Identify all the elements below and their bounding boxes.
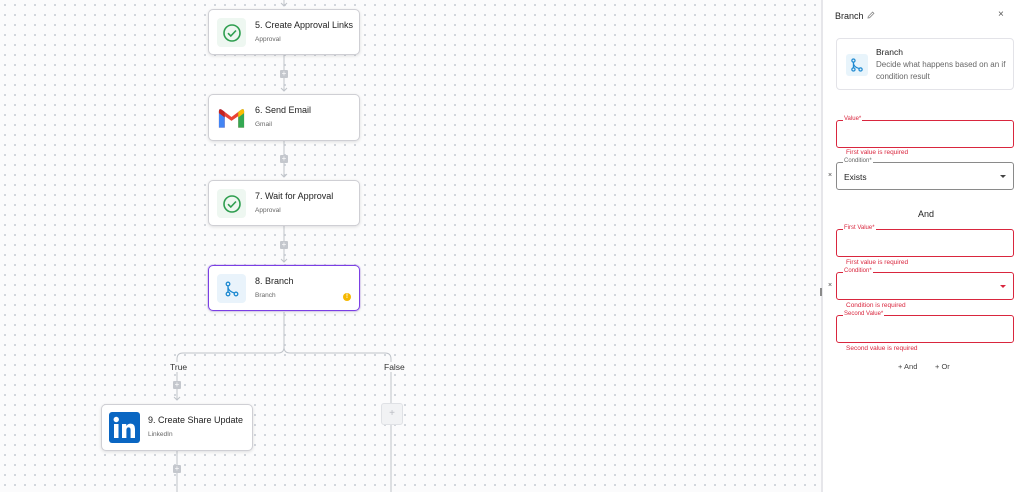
add-and-condition-button[interactable]: + And	[898, 362, 917, 371]
step-subtitle: Branch	[255, 292, 276, 299]
second-value-field-label: Second Value*	[843, 311, 885, 317]
branch-icon	[846, 54, 868, 76]
false-branch-add-button[interactable]: +	[381, 403, 403, 425]
step-title: 7. Wait for Approval	[255, 191, 334, 201]
info-description: Decide what happens based on an if condi…	[876, 60, 1006, 81]
condition-select[interactable]: Condition* Exists	[836, 158, 1014, 190]
step-subtitle: Approval	[255, 36, 281, 43]
panel-title: Branch	[835, 11, 864, 21]
info-title: Branch	[876, 47, 903, 57]
add-step-button[interactable]: +	[280, 241, 288, 249]
add-or-condition-button[interactable]: + Or	[935, 362, 950, 371]
step-title: 5. Create Approval Links	[255, 20, 354, 30]
condition-select-label: Condition*	[843, 158, 873, 164]
remove-condition-button[interactable]: ×	[828, 172, 832, 179]
approval-check-icon	[217, 189, 246, 218]
condition-select[interactable]: Condition*	[836, 268, 1014, 300]
step-title: 6. Send Email	[255, 105, 312, 115]
flow-step-send-email[interactable]: 6. Send Email Gmail	[208, 94, 360, 141]
add-step-button[interactable]: +	[173, 465, 181, 473]
flow-step-create-approval-links[interactable]: 5. Create Approval Links Approval	[208, 9, 360, 55]
close-icon[interactable]: ×	[998, 9, 1004, 20]
value-field-error: First value is required	[846, 149, 909, 156]
add-step-button[interactable]: +	[280, 155, 288, 163]
approval-check-icon	[217, 18, 246, 47]
branch-false-label: False	[382, 362, 407, 372]
second-value-field-error: Second value is required	[846, 345, 918, 352]
step-settings-panel: Branch × Branch Decide what happens base…	[823, 0, 1023, 492]
step-subtitle: LinkedIn	[148, 431, 173, 438]
flow-step-branch[interactable]: 8. Branch Branch !	[208, 265, 360, 311]
value-field[interactable]: Value*	[836, 116, 1014, 148]
condition-select-error: Condition is required	[846, 302, 906, 309]
flow-canvas[interactable]: 5. Create Approval Links Approval + 6. S…	[0, 0, 821, 492]
first-value-field[interactable]: First Value*	[836, 225, 1014, 257]
gmail-icon	[217, 103, 246, 132]
condition-select-value: Exists	[844, 172, 867, 182]
resize-handle[interactable]	[820, 288, 822, 296]
remove-condition-button[interactable]: ×	[828, 282, 832, 289]
add-step-button[interactable]: +	[280, 70, 288, 78]
first-value-field-error: First value is required	[846, 259, 909, 266]
step-subtitle: Gmail	[255, 121, 272, 128]
branch-icon	[217, 274, 246, 303]
warning-icon: !	[343, 293, 351, 301]
step-subtitle: Approval	[255, 207, 281, 214]
step-title: 9. Create Share Update	[148, 415, 244, 425]
flow-step-create-share-update[interactable]: 9. Create Share Update LinkedIn	[101, 404, 253, 451]
flow-step-wait-for-approval[interactable]: 7. Wait for Approval Approval	[208, 180, 360, 226]
step-title: 8. Branch	[255, 276, 294, 286]
linkedin-icon	[109, 412, 140, 443]
step-info-card: Branch Decide what happens based on an i…	[836, 38, 1014, 90]
and-separator: And	[918, 209, 935, 219]
second-value-field[interactable]: Second Value*	[836, 311, 1014, 343]
add-step-button[interactable]: +	[173, 381, 181, 389]
value-field-label: Value*	[843, 116, 863, 122]
condition-select-label: Condition*	[843, 268, 873, 274]
first-value-field-label: First Value*	[843, 225, 876, 231]
chevron-down-icon	[1000, 285, 1006, 288]
chevron-down-icon	[1000, 175, 1006, 178]
pencil-icon[interactable]	[867, 11, 875, 19]
branch-true-label: True	[168, 362, 190, 372]
